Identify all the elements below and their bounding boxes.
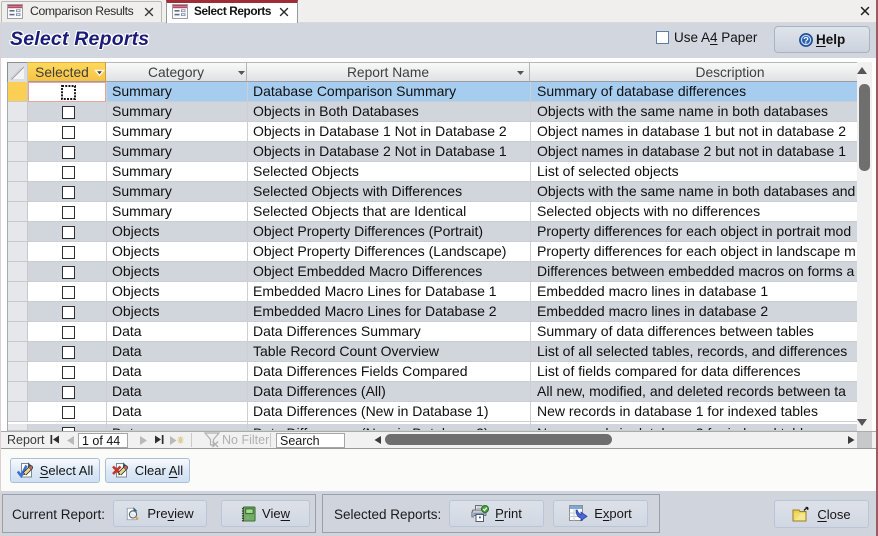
svg-text:?: ?	[803, 36, 809, 47]
